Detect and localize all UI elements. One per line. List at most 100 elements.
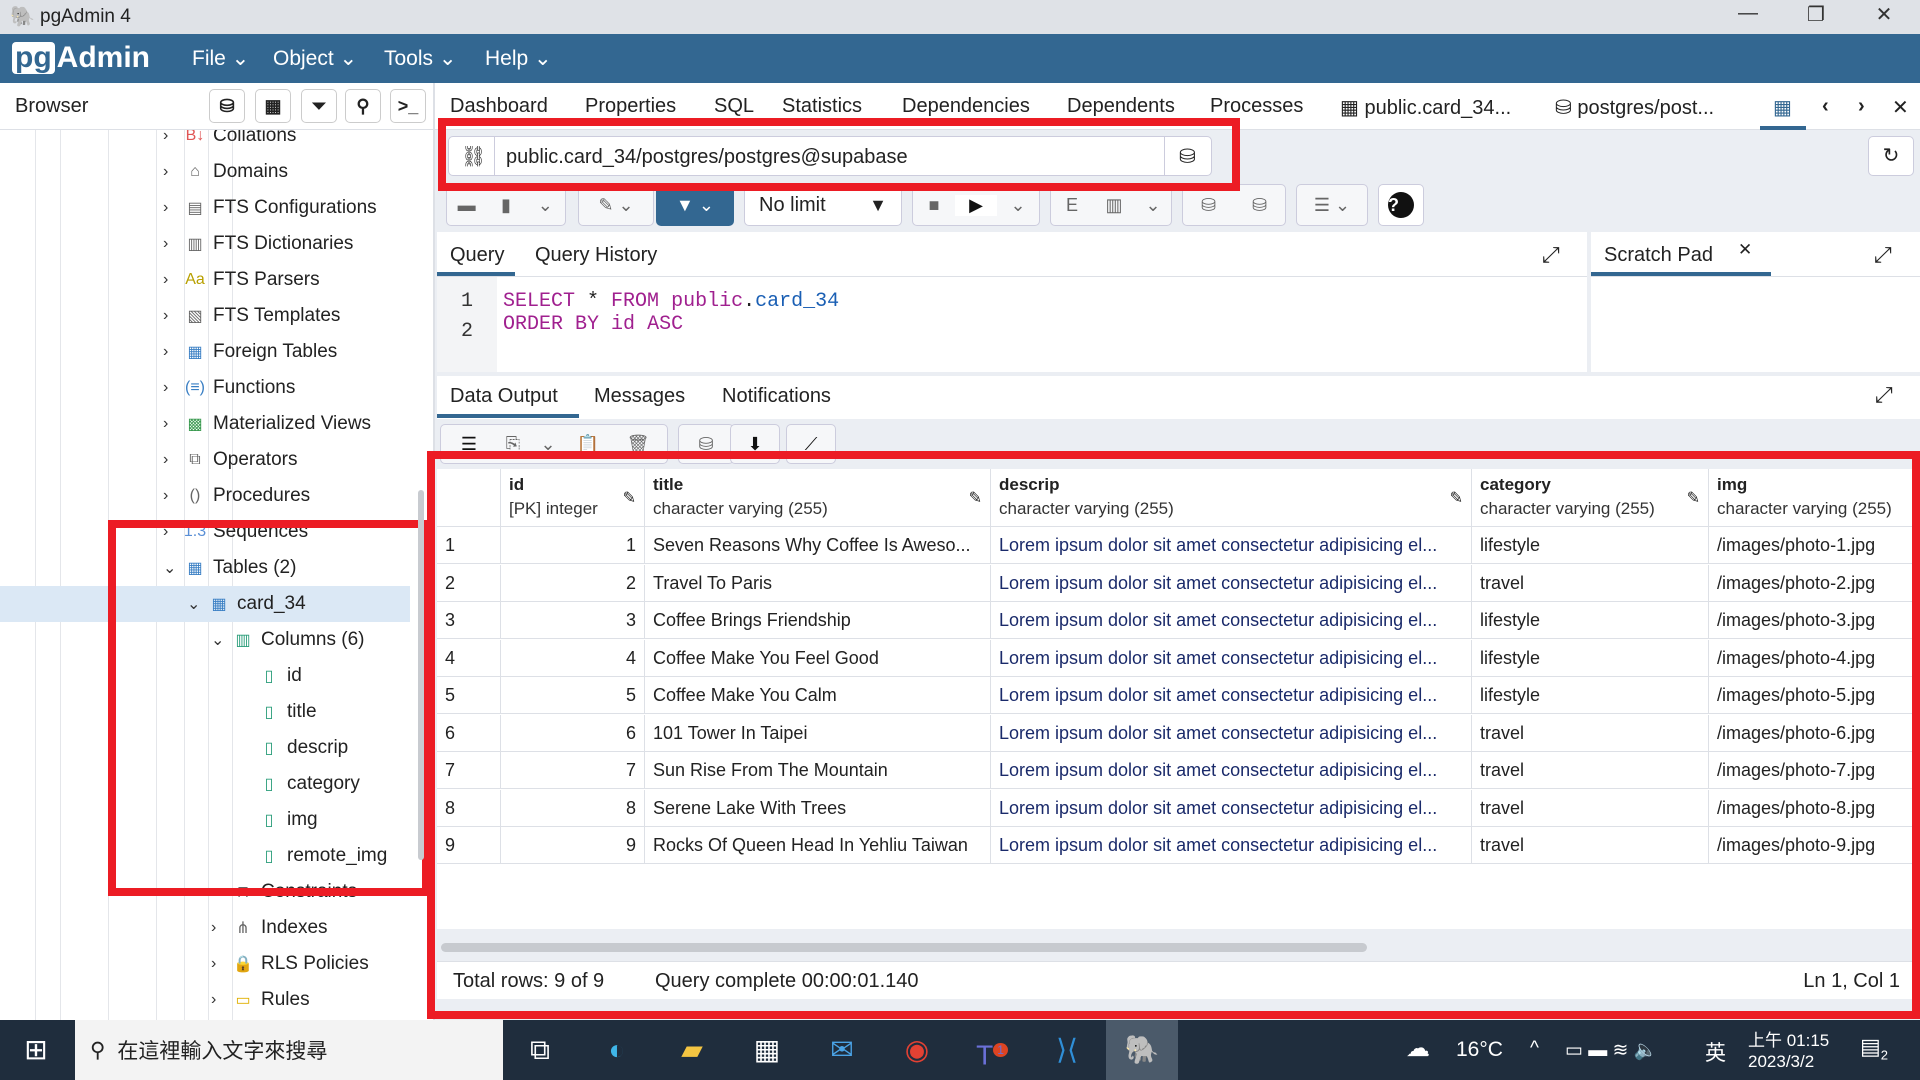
chevron-right-icon[interactable]: ›	[211, 919, 231, 937]
windows-start-icon[interactable]: ⊞	[14, 1028, 58, 1072]
row-number[interactable]: 3	[437, 602, 501, 639]
chevron-down-icon[interactable]: ⌄	[187, 594, 207, 614]
table-cell[interactable]: travel	[1472, 752, 1709, 789]
teams-icon[interactable]: T1	[970, 1028, 1014, 1072]
change-connection-icon[interactable]: ⛁	[1179, 144, 1196, 169]
tab-sql[interactable]: SQL	[714, 95, 754, 118]
close-tab-icon[interactable]: ✕	[1892, 95, 1909, 120]
chevron-right-icon[interactable]: ›	[163, 487, 183, 505]
chevron-down-icon[interactable]: ⌄	[211, 630, 231, 650]
rollback-icon[interactable]: ⛁	[1234, 195, 1285, 216]
menu-tools[interactable]: Tools ⌄	[384, 46, 456, 71]
chevron-right-icon[interactable]: ›	[163, 271, 183, 289]
table-cell[interactable]: travel	[1472, 564, 1709, 602]
chevron-right-icon[interactable]: ›	[163, 523, 183, 541]
commit-icon[interactable]: ⛁	[1183, 195, 1234, 216]
tab-query-history[interactable]: Query History	[535, 244, 657, 267]
table-cell[interactable]: Rocks Of Queen Head In Yehliu Taiwan	[645, 827, 991, 864]
tree-item[interactable]: › ▥ FTS Dictionaries	[163, 226, 353, 262]
table-cell[interactable]: travel	[1472, 827, 1709, 864]
ms-store-icon[interactable]: ▦	[745, 1028, 789, 1072]
tree-item[interactable]: › 🔒 RLS Policies	[211, 946, 369, 982]
open-file-icon[interactable]: ▬	[447, 195, 486, 216]
explain-dropdown-icon[interactable]: ⌄	[1135, 195, 1171, 216]
tree-item[interactable]: ⌄ ▦ card_34	[0, 586, 410, 622]
tab-messages[interactable]: Messages	[594, 385, 685, 408]
help-button[interactable]: ?	[1378, 184, 1424, 226]
query-tool-db-icon[interactable]: ⛁	[209, 89, 245, 123]
tree-item[interactable]: ▯ category	[237, 766, 360, 802]
ime-indicator[interactable]: 英	[1705, 1037, 1726, 1067]
chevron-down-icon[interactable]: ⌄	[163, 558, 183, 578]
tree-item[interactable]: › 1.3 Sequences	[163, 514, 308, 550]
expand-icon[interactable]: ⤢	[1542, 242, 1560, 268]
limit-select[interactable]: No limit ▼	[744, 184, 902, 226]
tab-data-output[interactable]: Data Output	[450, 385, 558, 408]
minimize-button[interactable]: —	[1718, 2, 1778, 32]
table-cell[interactable]: Coffee Make You Feel Good	[645, 639, 991, 677]
table-cell[interactable]: Lorem ipsum dolor sit amet consectetur a…	[991, 677, 1472, 714]
tree-item[interactable]: › () Procedures	[163, 478, 310, 514]
table-cell[interactable]: Lorem ipsum dolor sit amet consectetur a…	[991, 827, 1472, 864]
table-cell[interactable]: 7	[501, 752, 645, 789]
tree-item[interactable]: › ▩ Materialized Views	[163, 406, 371, 442]
connection-status-icon[interactable]: ⛓	[461, 144, 486, 169]
table-cell[interactable]: 3	[501, 602, 645, 639]
filter-button[interactable]: ▼ ⌄	[656, 184, 734, 226]
graph-button[interactable]: ⟋	[786, 424, 836, 464]
menu-object[interactable]: Object ⌄	[273, 46, 357, 71]
table-cell[interactable]: lifestyle	[1472, 677, 1709, 714]
edge-icon[interactable]: ◐	[595, 1028, 639, 1072]
save-data-button[interactable]: ⛁	[678, 424, 734, 464]
network-icons[interactable]: ▭ ▬ ≋ 🔈	[1565, 1038, 1657, 1062]
copy-icon[interactable]: ⎘	[493, 434, 533, 455]
chevron-right-icon[interactable]: ›	[211, 955, 231, 973]
row-number[interactable]: 6	[437, 714, 501, 752]
tree-item[interactable]: ▯ remote_img	[237, 838, 388, 874]
expand-icon[interactable]: ⤢	[1874, 242, 1892, 268]
table-cell[interactable]: 4	[501, 639, 645, 677]
column-header-id[interactable]: id [PK] integer ✎	[501, 469, 645, 527]
chevron-right-icon[interactable]: ›	[163, 379, 183, 397]
table-cell[interactable]: lifestyle	[1472, 602, 1709, 639]
chevron-right-icon[interactable]: ›	[211, 991, 231, 1009]
macros-button[interactable]: ☰ ⌄	[1296, 184, 1368, 226]
chevron-right-icon[interactable]: ›	[163, 451, 183, 469]
table-cell[interactable]: /images/photo-4.jpg	[1709, 639, 1920, 677]
expand-icon[interactable]: ⤢	[1875, 382, 1893, 408]
table-cell[interactable]: /images/photo-1.jpg	[1709, 527, 1920, 564]
pgadmin-taskbar-icon[interactable]: 🐘	[1106, 1020, 1178, 1080]
row-number[interactable]: 7	[437, 752, 501, 789]
table-cell[interactable]: /images/photo-2.jpg	[1709, 564, 1920, 602]
close-scratch-pad-icon[interactable]: ✕	[1738, 240, 1752, 260]
tree-item[interactable]: › Aa FTS Parsers	[163, 262, 320, 298]
edit-button[interactable]: ✎ ⌄	[578, 184, 654, 226]
table-cell[interactable]: travel	[1472, 714, 1709, 752]
psql-terminal-icon[interactable]: >_	[390, 89, 426, 123]
search-icon[interactable]: ⚲	[345, 89, 381, 123]
tree-item[interactable]: › ▦ Foreign Tables	[163, 334, 337, 370]
clock-date[interactable]: 2023/3/2	[1748, 1052, 1814, 1072]
column-header-img[interactable]: img character varying (255)	[1709, 469, 1920, 527]
chrome-icon[interactable]: ◉	[895, 1028, 939, 1072]
tab-notifications[interactable]: Notifications	[722, 385, 831, 408]
file-explorer-icon[interactable]: ▰	[670, 1028, 714, 1072]
paste-icon[interactable]: 📋	[563, 434, 613, 455]
tab-dependencies[interactable]: Dependencies	[902, 95, 1030, 118]
mail-icon[interactable]: ✉	[820, 1028, 864, 1072]
table-cell[interactable]: Coffee Brings Friendship	[645, 602, 991, 639]
tree-item[interactable]: › ⊓ Constraints	[211, 874, 357, 910]
table-cell[interactable]: /images/photo-3.jpg	[1709, 602, 1920, 639]
tab-processes[interactable]: Processes	[1210, 95, 1303, 118]
table-cell[interactable]: Serene Lake With Trees	[645, 789, 991, 827]
weather-icon[interactable]: ☁	[1406, 1034, 1430, 1063]
tree-item[interactable]: ⌄ ▥ Columns (6)	[211, 622, 364, 658]
column-header-descrip[interactable]: descrip character varying (255) ✎	[991, 469, 1472, 527]
row-number-header[interactable]	[437, 469, 501, 527]
table-cell[interactable]: Seven Reasons Why Coffee Is Aweso...	[645, 527, 991, 564]
table-cell[interactable]: Travel To Paris	[645, 564, 991, 602]
save-dropdown-icon[interactable]: ⌄	[526, 195, 565, 216]
stop-icon[interactable]: ■	[913, 195, 955, 216]
row-number[interactable]: 1	[437, 527, 501, 564]
row-number[interactable]: 5	[437, 677, 501, 714]
